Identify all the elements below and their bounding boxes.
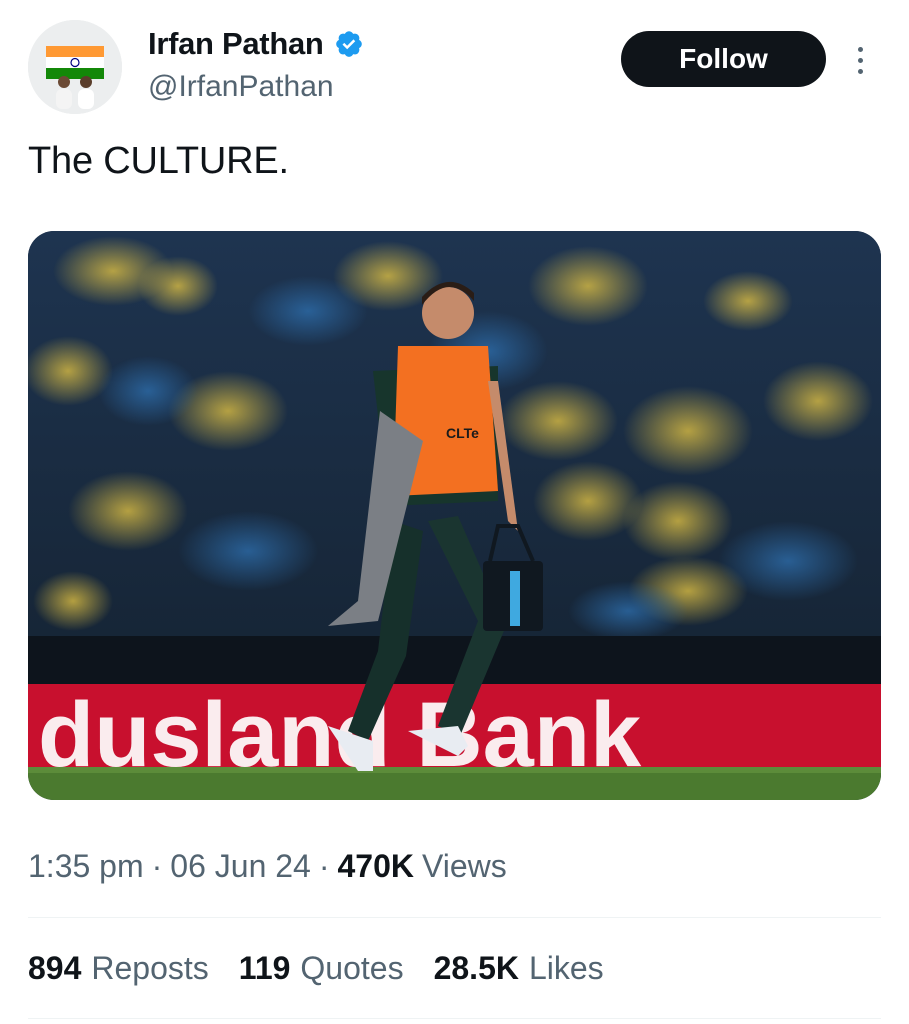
tweet-media-photo[interactable]: dusland Bank CLTe	[28, 231, 881, 800]
follow-button[interactable]: Follow	[621, 31, 826, 87]
reposts-label: Reposts	[91, 950, 209, 986]
tweet-text: The CULTURE.	[28, 140, 289, 182]
avatar-image	[28, 20, 122, 114]
tweet-card: Irfan Pathan @IrfanPathan Follow The CUL…	[0, 0, 909, 1024]
more-dot	[857, 46, 863, 52]
views-count: 470K	[337, 848, 415, 884]
tweet-meta: 1:35 pm · 06 Jun 24 · 470K Views	[28, 848, 507, 885]
tweet-time[interactable]: 1:35 pm	[28, 848, 144, 885]
views-label: Views	[422, 848, 507, 884]
engagement-stats: 894 Reposts 119 Quotes 28.5K Likes	[28, 950, 604, 987]
divider	[28, 917, 881, 918]
reposts-count: 894	[28, 950, 82, 986]
meta-separator: ·	[318, 848, 330, 884]
svg-text:CLTe: CLTe	[446, 425, 479, 441]
author-handle[interactable]: @IrfanPathan	[148, 70, 334, 104]
more-dot	[857, 68, 863, 74]
meta-separator: ·	[151, 848, 163, 884]
more-options-icon[interactable]	[846, 40, 874, 80]
quotes-stat[interactable]: 119 Quotes	[239, 950, 404, 987]
tweet-date[interactable]: 06 Jun 24	[170, 848, 311, 885]
likes-count: 28.5K	[433, 950, 519, 986]
verified-badge-icon	[335, 31, 362, 57]
quotes-count: 119	[238, 950, 291, 986]
quotes-label: Quotes	[300, 950, 404, 986]
divider	[28, 1018, 881, 1019]
more-dot	[857, 57, 863, 63]
author-avatar[interactable]	[28, 20, 122, 114]
likes-stat[interactable]: 28.5K Likes	[434, 950, 604, 987]
likes-label: Likes	[528, 950, 604, 986]
reposts-stat[interactable]: 894 Reposts	[28, 950, 209, 987]
stadium-photo: dusland Bank CLTe	[28, 231, 881, 800]
author-display-name[interactable]: Irfan Pathan	[148, 26, 324, 62]
author-name-row: Irfan Pathan	[148, 26, 364, 62]
